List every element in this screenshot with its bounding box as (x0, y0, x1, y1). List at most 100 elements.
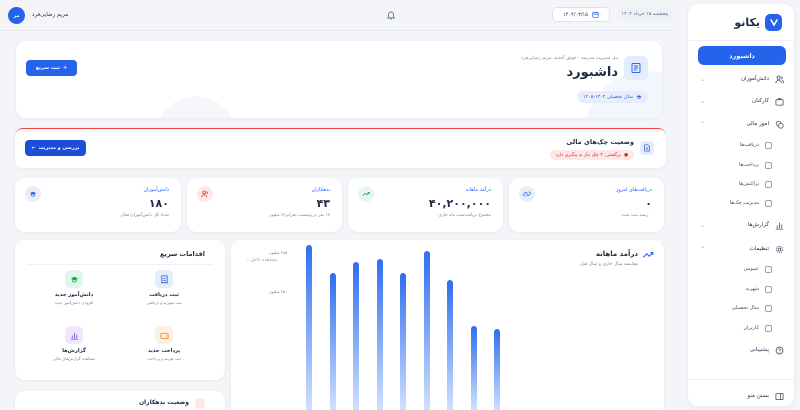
stat-sub: تعداد کل دانش‌آموزان فعال (120, 213, 169, 218)
sidebar-item-label: کارکنان (752, 98, 769, 104)
debtors-status-card: وضعیت بدهکاران (15, 391, 225, 410)
revenue-bar[interactable] (494, 328, 500, 410)
quick-action-label: پرداخت جدید (147, 348, 181, 354)
revenue-bar[interactable] (306, 245, 312, 410)
cheque-icon (765, 199, 772, 207)
quick-action-new-payment[interactable]: پرداخت جدید ثبت هزینه و پرداخت (125, 326, 203, 370)
chevron-down-icon: ⌄ (700, 97, 706, 105)
sidebar-subitem-label: سال تحصیلی (731, 305, 759, 311)
date-value: ۱۴۰۴/۰۳/۱۵ (563, 11, 588, 18)
close-menu-label: بستن منو (747, 393, 769, 399)
revenue-bar[interactable] (329, 272, 336, 410)
link-icon (519, 186, 535, 202)
revenue-bar[interactable] (400, 272, 406, 410)
quick-add-button[interactable]: + ثبت سریع (26, 60, 77, 76)
sidebar-subitem-tuition[interactable]: شهریه (698, 283, 772, 295)
cheque-title: وضعیت چک‌های مالی (566, 138, 634, 146)
monthly-revenue-chart-card: درآمد ماهانه مقایسه سال جاری و سال قبل م… (231, 212, 664, 410)
breadcrumb: پنل مدیریت مدرسه · خوش آمدید، مریم رضایی… (521, 56, 618, 61)
y-tick-label: ۳۵۰ میلیون (268, 288, 288, 294)
chevron-down-icon: ⌄ (700, 75, 706, 83)
revenue-bar[interactable] (423, 250, 430, 410)
stat-card-today-receipts[interactable]: دریافت‌های امروز ۰ ۰ رسید ثبت شده (509, 178, 664, 232)
arrow-left-icon: ← (31, 145, 36, 151)
sidebar-subitem-payments[interactable]: پرداخت‌ها (698, 159, 772, 171)
user-name[interactable]: مریم رضایی‌فرد (32, 12, 68, 18)
sidebar-item-label: امور مالی (746, 121, 769, 127)
stat-card-monthly-revenue[interactable]: درآمد ماهانه ۴۰,۲۰۰,۰۰۰ مجموع دریافت‌شده… (348, 178, 503, 232)
page-title: داشبورد (566, 65, 618, 80)
briefcase-icon (775, 97, 784, 106)
quick-action-sub: ثبت هزینه و پرداخت (147, 356, 181, 361)
sidebar-subitem-receipts[interactable]: دریافت‌ها (698, 139, 772, 151)
sidebar-subitem-users[interactable]: کاربران (698, 322, 772, 334)
avatar[interactable]: مر (8, 7, 25, 24)
stat-card-debtors[interactable]: بدهکاران ۴۳ ۱۷ نفر در وضعیت بحرانی (187, 178, 342, 232)
revenue-bar[interactable] (447, 280, 453, 410)
gear-icon (775, 245, 784, 254)
y-tick-label: ۴۲۰ میلیون (268, 211, 288, 217)
quick-add-label: ثبت سریع (35, 65, 61, 71)
sidebar-item-dashboard[interactable]: داشبورد (698, 46, 786, 65)
sidebar-subitem-general[interactable]: عمومی (698, 263, 772, 275)
revenue-bar[interactable] (470, 326, 477, 410)
debtors-title: وضعیت بدهکاران (138, 399, 189, 406)
sidebar: یکانو داشبورد دانش‌آموزان ⌄ کارکنان ⌄ ام… (688, 4, 794, 406)
quick-action-new-student[interactable]: دانش‌آموز جدید افزودن دانش‌آموز جدید (35, 270, 113, 314)
bounced-cheques-text: برگشتی: ۳ چک نیاز به پیگیری دارد (555, 152, 621, 158)
receipt-icon (155, 270, 173, 288)
hero-card: پنل مدیریت مدرسه · خوش آمدید، مریم رضایی… (16, 41, 662, 118)
sidebar-subitem-cheques[interactable]: مدیریت چک‌ها (698, 197, 772, 209)
sidebar-subitem-label: دریافت‌ها (739, 142, 759, 148)
stat-value: ۰ (645, 197, 652, 210)
wallet-icon (155, 326, 173, 344)
stat-label: درآمد ماهانه (465, 187, 491, 193)
bar-chart-icon (775, 221, 784, 230)
revenue-bar[interactable] (376, 259, 383, 410)
today-date: پنجشنبه ۱۵ خرداد ۱۴۰۴ (616, 8, 674, 21)
sidebar-item-label: پشتیبانی (749, 347, 769, 353)
stat-value: ۱۸۰ (148, 197, 169, 210)
sidebar-item-label: تنظیمات (749, 246, 769, 252)
graduation-cap-icon (636, 95, 642, 99)
arrows-icon (765, 180, 772, 188)
stat-card-students[interactable]: دانش‌آموزان ۱۸۰ تعداد کل دانش‌آموزان فعا… (15, 178, 181, 232)
users-icon (775, 75, 784, 84)
quick-action-label: ثبت دریافت (149, 292, 179, 298)
quick-action-reports[interactable]: گزارش‌ها مشاهده گزارش‌های مالی (35, 326, 113, 370)
calendar-icon (592, 11, 599, 18)
sidebar-item-reports[interactable]: گزارش‌ها ⌄ (698, 218, 784, 232)
settings-small-icon (765, 265, 772, 273)
sidebar-item-support[interactable]: پشتیبانی (698, 343, 784, 357)
sidebar-subitem-school-year[interactable]: سال تحصیلی (698, 302, 772, 314)
sidebar-item-students[interactable]: دانش‌آموزان ⌄ (698, 72, 784, 86)
quick-action-sub: افزودن دانش‌آموز جدید (54, 300, 94, 305)
revenue-bar[interactable] (353, 261, 359, 410)
quick-action-sub: مشاهده گزارش‌های مالی (52, 356, 96, 361)
stat-sub: ۰ رسید ثبت شده (621, 213, 652, 218)
document-icon (640, 141, 654, 155)
dashboard-icon (624, 56, 648, 80)
chevron-down-icon: ⌄ (700, 221, 706, 229)
help-icon (775, 346, 784, 355)
stat-label: بدهکاران (311, 187, 330, 193)
review-manage-button[interactable]: بررسی و مدیریت ← (25, 140, 86, 156)
sidebar-item-finance[interactable]: امور مالی ⌃ (698, 117, 784, 131)
sidebar-item-staff[interactable]: کارکنان ⌄ (698, 94, 784, 108)
graduation-cap-icon (65, 270, 83, 288)
quick-action-receipt[interactable]: ثبت دریافت ثبت شهریه و دریافتی (125, 270, 203, 314)
date-picker[interactable]: ۱۴۰۴/۰۳/۱۵ (552, 7, 610, 22)
sidebar-item-settings[interactable]: تنظیمات ⌃ (698, 242, 784, 256)
bell-icon[interactable] (386, 10, 396, 20)
sidebar-subitem-label: مدیریت چک‌ها (729, 200, 759, 206)
calendar-icon (765, 304, 772, 312)
close-menu-button[interactable]: بستن منو (698, 389, 784, 403)
sidebar-subitem-label: کاربران (743, 325, 759, 331)
logo-icon (765, 14, 782, 31)
sidebar-subitem-transactions[interactable]: تراکنش‌ها (698, 178, 772, 190)
hero-decoration (160, 71, 662, 118)
logo[interactable]: یکانو (734, 14, 782, 31)
divider (27, 264, 213, 265)
sidebar-subitem-label: تراکنش‌ها (739, 181, 759, 187)
school-year-label: سال تحصیلی ۱۴۰۴-۱۴۰۵ (583, 94, 633, 100)
